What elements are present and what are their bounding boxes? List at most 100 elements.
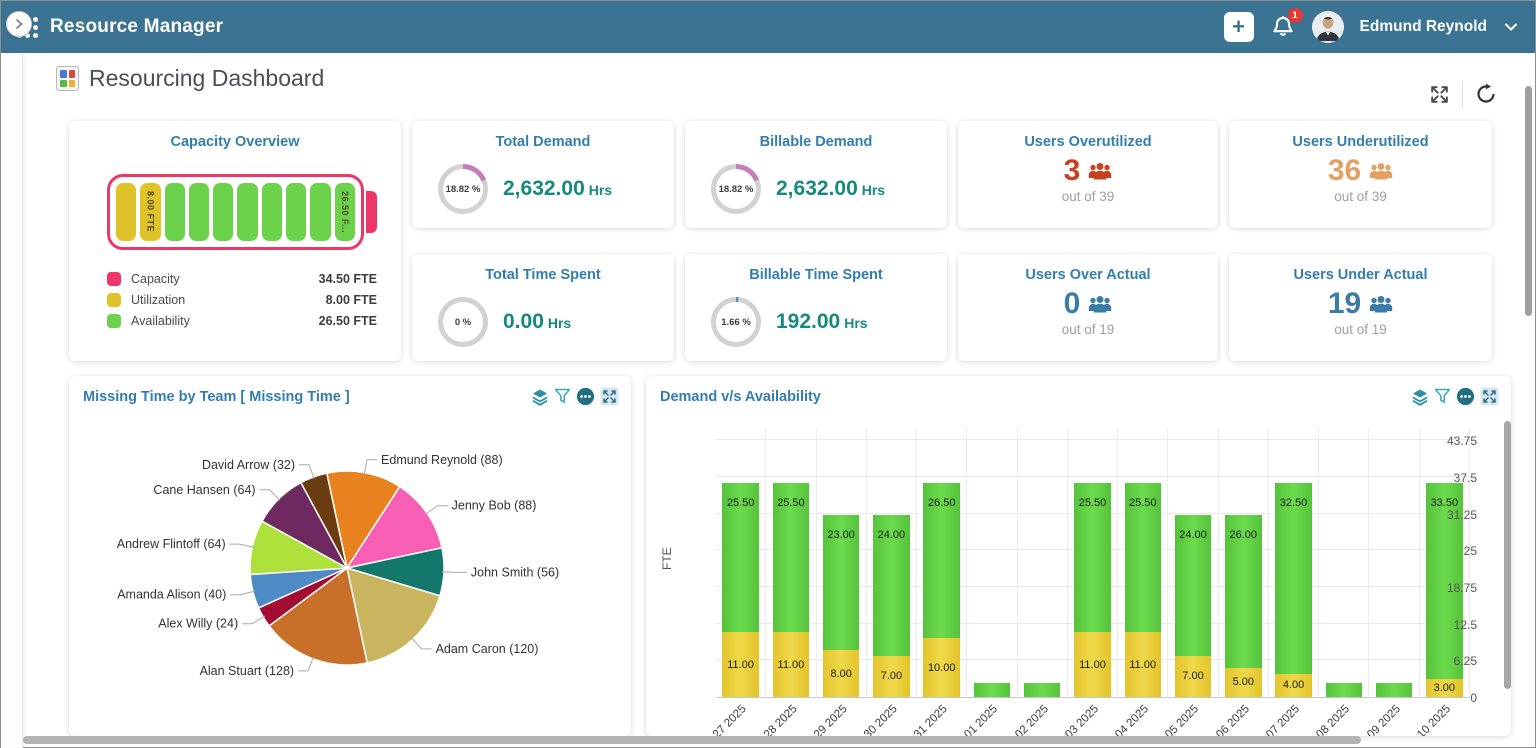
bar-segment-availability[interactable]: 32.50: [1275, 483, 1311, 674]
bar-segment-availability[interactable]: [1376, 683, 1412, 697]
battery-segment-availability: 26.50 F...: [335, 183, 355, 241]
user-caption: out of 19: [1229, 322, 1492, 337]
users-group-icon: [1369, 294, 1393, 314]
refresh-icon[interactable]: [1475, 83, 1497, 105]
bar-segment-availability[interactable]: 25.50: [1125, 483, 1161, 633]
bar-segment-availability[interactable]: 24.00: [873, 515, 909, 656]
bar-segment-utilization[interactable]: 5.00: [1225, 668, 1261, 697]
user-card-body: 36 out of 39: [1229, 154, 1492, 204]
page-tools: [1429, 81, 1497, 107]
resource-manager-app: { "topbar": { "app_title": "Resource Man…: [0, 0, 1536, 748]
chevron-down-icon[interactable]: [1503, 19, 1519, 35]
sidebar-expand-button[interactable]: [6, 11, 32, 37]
x-tick-label: Feb 04 2025: [1097, 703, 1151, 736]
bar-segment-availability[interactable]: [1024, 683, 1060, 697]
bar-segment-utilization[interactable]: 11.00: [1125, 632, 1161, 697]
expand-icon[interactable]: [600, 387, 619, 406]
bar-segment-availability[interactable]: [1326, 683, 1362, 697]
bar-segment-utilization[interactable]: 8.00: [823, 650, 859, 697]
user-count-wrap: 36: [1328, 154, 1393, 188]
bar-segment-availability[interactable]: 25.50: [1074, 483, 1110, 633]
page-horizontal-scrollbar[interactable]: [23, 736, 1361, 744]
bar-value-label: 23.00: [827, 529, 855, 541]
users-underutilized-card: Users Underutilized 36 out of 39: [1229, 121, 1492, 228]
bar-column: 11.0025.50Jan 27 2025: [716, 428, 766, 697]
capacity-battery-chart: 8.00 FTE26.50 F...: [107, 174, 377, 250]
bar-segment-availability[interactable]: [974, 683, 1010, 697]
x-tick-label: Jan 30 2025: [847, 703, 900, 736]
bar-segment-utilization[interactable]: 7.00: [873, 656, 909, 697]
more-icon[interactable]: [576, 387, 595, 406]
demand-availability-panel: Demand v/s Availability FTE 11.0025.50Ja…: [646, 376, 1511, 736]
y-tick-label: 12.5: [1454, 618, 1477, 632]
filter-icon[interactable]: [1434, 388, 1451, 405]
bar-segment-utilization[interactable]: 11.00: [1074, 632, 1110, 697]
card-title: Users Overutilized: [958, 121, 1218, 150]
users-group-icon: [1088, 294, 1112, 314]
bar-segment-utilization[interactable]: 4.00: [1275, 674, 1311, 697]
x-tick-label: Jan 27 2025: [696, 703, 749, 736]
y-tick-label: 6.25: [1454, 654, 1477, 668]
more-icon[interactable]: [1456, 387, 1475, 406]
bar-value-label: 11.00: [727, 659, 754, 671]
bar-column: 7.0024.00Jan 30 2025: [867, 428, 917, 697]
fullscreen-icon[interactable]: [1429, 84, 1450, 105]
page-header: Resourcing Dashboard: [56, 65, 324, 92]
battery-segment-availability: [189, 183, 209, 241]
users-group-icon: [1088, 161, 1112, 181]
filter-icon[interactable]: [554, 388, 571, 405]
y-tick-label: 43.75: [1447, 434, 1477, 448]
user-count: 0: [1064, 287, 1081, 321]
pie-slice-label: Amanda Alison (40): [117, 588, 226, 602]
notifications-button[interactable]: 1: [1270, 14, 1296, 40]
card-title: Billable Time Spent: [685, 254, 947, 283]
expand-icon[interactable]: [1480, 387, 1499, 406]
bar-segment-availability[interactable]: 23.00: [823, 515, 859, 650]
bar-segment-availability[interactable]: 25.50: [773, 483, 809, 633]
users-group-icon: [1369, 161, 1393, 181]
legend-value: 8.00 FTE: [326, 293, 377, 307]
x-tick-label: Feb 05 2025: [1147, 703, 1201, 736]
bar-value-label: 26.00: [1230, 529, 1258, 541]
bar-column: Feb 02 2025: [1018, 428, 1068, 697]
card-title: Capacity Overview: [69, 121, 401, 150]
y-axis-label: FTE: [660, 547, 674, 570]
page-vertical-scrollbar[interactable]: [1525, 86, 1532, 316]
panel-toolbar: [531, 387, 619, 406]
card-title: Users Over Actual: [958, 254, 1218, 283]
card-title: Users Underutilized: [1229, 121, 1492, 150]
card-title: Total Time Spent: [412, 254, 674, 283]
stat-value: 192.00: [776, 310, 840, 333]
pie-label-leader: [230, 591, 255, 595]
bar-segment-utilization[interactable]: 11.00: [773, 632, 809, 697]
user-name[interactable]: Edmund Reynold: [1360, 18, 1487, 36]
pie-slice-label: Alex Willy (24): [158, 617, 238, 631]
card-title: Billable Demand: [685, 121, 947, 150]
avatar[interactable]: [1312, 11, 1344, 43]
bar-segment-availability[interactable]: 26.50: [923, 483, 959, 639]
pie-label-leader: [425, 506, 447, 515]
battery-segment-availability: [213, 183, 233, 241]
y-tick-label: 37.5: [1454, 471, 1477, 485]
bar-column: 5.0026.00Feb 06 2025: [1219, 428, 1269, 697]
bar-segment-availability[interactable]: 25.50: [722, 483, 758, 633]
stat-body: 18.82 % 2,632.00Hrs: [412, 150, 674, 214]
gauge-percent-label: 18.82 %: [443, 169, 483, 209]
bar-segment-utilization[interactable]: 7.00: [1175, 656, 1211, 697]
layers-icon[interactable]: [1411, 388, 1429, 406]
bar-segment-utilization[interactable]: 3.00: [1426, 679, 1462, 697]
chart-vertical-scrollbar[interactable]: [1504, 421, 1511, 689]
x-tick-label: Feb 08 2025: [1298, 703, 1352, 736]
bar-segment-availability[interactable]: 24.00: [1175, 515, 1211, 656]
x-tick-label: Feb 09 2025: [1348, 703, 1402, 736]
bar-segment-utilization[interactable]: 11.00: [722, 632, 758, 697]
bar-segment-availability[interactable]: 26.00: [1225, 515, 1261, 668]
gauge-percent-label: 0 %: [443, 302, 483, 342]
legend-label: Capacity: [131, 272, 180, 286]
add-icon[interactable]: +: [1224, 12, 1254, 42]
gauge-percent-label: 18.82 %: [716, 169, 756, 209]
user-count: 36: [1328, 154, 1361, 188]
pie-label-leader: [298, 657, 313, 671]
layers-icon[interactable]: [531, 388, 549, 406]
bar-segment-utilization[interactable]: 10.00: [923, 638, 959, 697]
